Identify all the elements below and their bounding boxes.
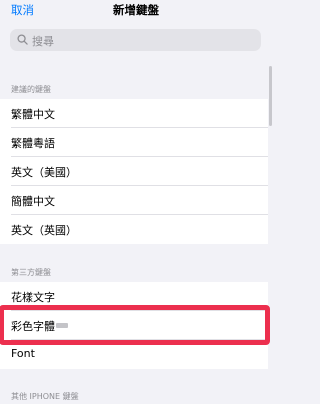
keyboard-row-simplified-chinese[interactable]: 簡體中文 — [0, 186, 268, 215]
keyboard-label: 繁體中文 — [11, 108, 55, 121]
keyboard-label: Font — [11, 347, 35, 360]
search-icon — [17, 34, 28, 45]
keyboard-label: 英文（美國） — [11, 166, 77, 179]
keyboard-row-traditional-cantonese[interactable]: 繁體粵語 — [0, 128, 268, 157]
navigation-bar: 取消 新增鍵盤 — [0, 0, 272, 24]
keyboard-row-english-us[interactable]: 英文（美國） — [0, 157, 268, 186]
keyboard-row-traditional-chinese[interactable]: 繁體中文 — [0, 99, 268, 128]
search-placeholder: 搜尋 — [32, 35, 54, 48]
keyboard-row-english-uk[interactable]: 英文（英國） — [0, 215, 268, 244]
keyboard-label-text: 彩色字體 — [11, 320, 55, 333]
search-field[interactable]: 搜尋 — [10, 29, 261, 51]
section-header-other-iphone: 其他 IPHONE 鍵盤 — [11, 392, 79, 401]
keyboard-label: 花樣文字 — [11, 291, 55, 304]
keyboard-label: 繁體粵語 — [11, 137, 55, 150]
keyboard-label: 彩色字體 — [11, 318, 68, 334]
page-title: 新增鍵盤 — [113, 3, 159, 17]
keyboard-row-color-font[interactable]: 彩色字體 — [0, 311, 268, 340]
keyboard-row-font[interactable]: Font — [0, 340, 268, 369]
section-header-third-party: 第三方鍵盤 — [11, 268, 51, 277]
third-party-keyboards-list: 花樣文字 彩色字體 Font — [0, 282, 268, 369]
section-header-suggested: 建議的鍵盤 — [11, 85, 51, 94]
keyboard-tag-chip — [56, 323, 68, 328]
suggested-keyboards-list: 繁體中文 繁體粵語 英文（美國） 簡體中文 英文（英國） — [0, 99, 268, 244]
keyboard-row-fancy-text[interactable]: 花樣文字 — [0, 282, 268, 311]
scrollbar-thumb[interactable] — [269, 66, 272, 126]
add-keyboard-screen: 取消 新增鍵盤 搜尋 建議的鍵盤 繁體中文 繁體粵語 英文（美國） 簡體中文 英… — [0, 0, 272, 404]
keyboard-label: 英文（英國） — [11, 224, 77, 237]
keyboard-label: 簡體中文 — [11, 195, 55, 208]
